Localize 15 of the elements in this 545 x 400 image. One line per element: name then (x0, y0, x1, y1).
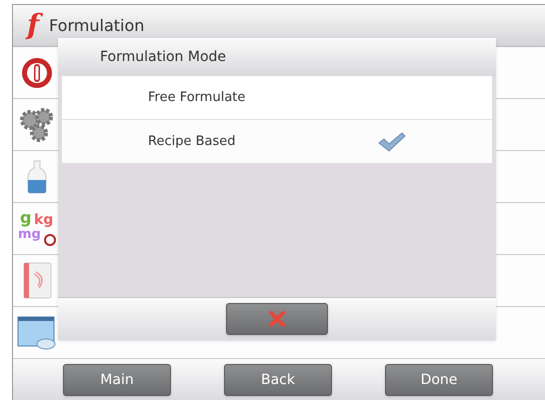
screen-title: Formulation (49, 14, 144, 36)
power-icon (20, 56, 54, 90)
book-icon (22, 262, 52, 300)
print-window-icon (17, 316, 57, 350)
app-logo: f (23, 7, 44, 44)
cancel-button[interactable] (226, 303, 328, 335)
gears-icon (19, 106, 55, 142)
checkmark-icon (378, 132, 406, 152)
nav-button[interactable]: Main (63, 364, 171, 396)
units-icon: g kg mg (18, 210, 56, 248)
dialog-title: Formulation Mode (100, 48, 226, 66)
nav-button[interactable]: Back (224, 364, 332, 396)
bottle-icon (27, 160, 47, 194)
nav-button[interactable]: Done (385, 364, 493, 396)
close-icon (269, 311, 285, 327)
